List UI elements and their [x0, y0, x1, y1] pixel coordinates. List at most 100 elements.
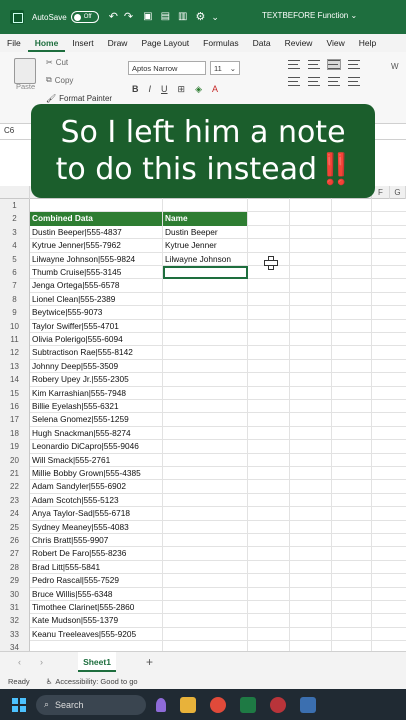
- cell-b[interactable]: [163, 547, 248, 561]
- cell-c[interactable]: [248, 627, 290, 642]
- form-icon[interactable]: ▣: [143, 12, 152, 22]
- cell-a[interactable]: Selena Gnomez|555-1259: [30, 413, 163, 427]
- row-number[interactable]: 13: [0, 359, 30, 374]
- cell-d[interactable]: [290, 574, 332, 588]
- row-number[interactable]: 18: [0, 426, 30, 441]
- row-number[interactable]: 9: [0, 306, 30, 320]
- cell-b[interactable]: [163, 413, 248, 427]
- row-number[interactable]: 33: [0, 627, 30, 642]
- cell-b[interactable]: [163, 319, 248, 333]
- tab-draw[interactable]: Draw: [101, 34, 135, 52]
- cell-c[interactable]: [248, 306, 290, 320]
- cell-e[interactable]: [332, 574, 372, 588]
- cell-c[interactable]: [248, 292, 290, 307]
- cell-a[interactable]: Bruce Willis|555-6348: [30, 587, 163, 601]
- cell-e[interactable]: [332, 212, 372, 226]
- cell-b[interactable]: [163, 426, 248, 441]
- cell-d[interactable]: [290, 614, 332, 628]
- cell-e[interactable]: [332, 520, 372, 534]
- row-number[interactable]: 21: [0, 467, 30, 481]
- cell-b[interactable]: Lilwayne Johnson: [163, 252, 248, 266]
- cell-a[interactable]: Thumb Cruise|555-3145: [30, 266, 163, 280]
- row-number[interactable]: 31: [0, 601, 30, 615]
- cell-e[interactable]: [332, 306, 372, 320]
- cell-a[interactable]: Pedro Rascal|555-7529: [30, 574, 163, 588]
- tab-insert[interactable]: Insert: [65, 34, 100, 52]
- underline-button[interactable]: U: [161, 84, 168, 95]
- gear-icon[interactable]: ⚙: [196, 11, 206, 23]
- cell-d[interactable]: [290, 520, 332, 534]
- cell-b[interactable]: [163, 534, 248, 548]
- prev-sheet-icon[interactable]: ‹: [18, 657, 21, 667]
- cell-c[interactable]: [248, 547, 290, 561]
- cell-e[interactable]: [332, 641, 372, 651]
- cell-d[interactable]: [290, 627, 332, 642]
- font-name-select[interactable]: Aptos Narrow: [128, 61, 206, 75]
- cell-b[interactable]: [163, 400, 248, 414]
- row-number[interactable]: 22: [0, 480, 30, 494]
- cell-b[interactable]: [163, 386, 248, 400]
- copy-button[interactable]: ⧉ Copy: [46, 75, 73, 85]
- cell-d[interactable]: [290, 292, 332, 307]
- cell-a[interactable]: Chris Bratt|555-9907: [30, 534, 163, 548]
- indent-icon[interactable]: [348, 77, 360, 86]
- app-icon-2[interactable]: [300, 696, 316, 713]
- row-number[interactable]: 16: [0, 400, 30, 414]
- italic-button[interactable]: I: [149, 84, 152, 95]
- cell-c[interactable]: [248, 440, 290, 454]
- tab-file[interactable]: File: [0, 34, 28, 52]
- cell-b[interactable]: [163, 493, 248, 508]
- cell-e[interactable]: [332, 480, 372, 494]
- row-number[interactable]: 20: [0, 453, 30, 467]
- undo-icon[interactable]: ↶: [109, 11, 118, 23]
- cell-b[interactable]: [163, 467, 248, 481]
- document-title[interactable]: TEXTBEFORE Function ⌄: [262, 11, 357, 20]
- cell-a[interactable]: Leonardio DiCapro|555-9046: [30, 440, 163, 454]
- cell-b[interactable]: [163, 614, 248, 628]
- cell-a[interactable]: Dustin Beeper|555-4837: [30, 225, 163, 240]
- chart-icon[interactable]: ▥: [178, 12, 187, 22]
- chrome-icon[interactable]: [210, 696, 226, 713]
- file-explorer-icon[interactable]: [180, 696, 196, 713]
- cell-d[interactable]: [290, 493, 332, 508]
- cell-b[interactable]: [163, 574, 248, 588]
- cell-b[interactable]: [163, 333, 248, 347]
- cell-a[interactable]: Millie Bobby Grown|555-4385: [30, 467, 163, 481]
- cell-a[interactable]: Will Smack|555-2761: [30, 453, 163, 467]
- selected-cell-b6[interactable]: [163, 266, 248, 280]
- cell-a[interactable]: Olivia Polerigo|555-6094: [30, 333, 163, 347]
- cell-e[interactable]: [332, 614, 372, 628]
- cell-d[interactable]: [290, 373, 332, 387]
- cell-e[interactable]: [332, 400, 372, 414]
- cell-a[interactable]: Lilwayne Johnson|555-9824: [30, 252, 163, 266]
- cell-c[interactable]: [248, 279, 290, 293]
- cell-a[interactable]: [30, 641, 163, 651]
- taskbar-search[interactable]: ⌕ Search: [36, 694, 146, 715]
- tab-home[interactable]: Home: [27, 34, 66, 52]
- cell-a[interactable]: Taylor Swiffer|555-4701: [30, 319, 163, 333]
- cell-d[interactable]: [290, 400, 332, 414]
- tab-review[interactable]: Review: [278, 34, 320, 52]
- cell-d[interactable]: [290, 319, 332, 333]
- next-sheet-icon[interactable]: ›: [40, 657, 43, 667]
- row-number[interactable]: 12: [0, 346, 30, 360]
- cell-e[interactable]: [332, 333, 372, 347]
- cell-a[interactable]: Kate Mudson|555-1379: [30, 614, 163, 628]
- cell-c[interactable]: [248, 225, 290, 240]
- cell-c[interactable]: [248, 239, 290, 253]
- cell-d[interactable]: [290, 413, 332, 427]
- cell-e[interactable]: [332, 440, 372, 454]
- cell-c[interactable]: [248, 534, 290, 548]
- row-number[interactable]: 4: [0, 239, 30, 253]
- row-number[interactable]: 34: [0, 641, 30, 651]
- cell-c[interactable]: [248, 587, 290, 601]
- cell-c[interactable]: [248, 400, 290, 414]
- cell-d[interactable]: [290, 440, 332, 454]
- cell-c[interactable]: [248, 560, 290, 575]
- cell-b[interactable]: Name: [163, 212, 248, 226]
- cell-d[interactable]: [290, 426, 332, 441]
- cell-b[interactable]: [163, 279, 248, 293]
- cell-b[interactable]: [163, 480, 248, 494]
- tab-data[interactable]: Data: [246, 34, 278, 52]
- cell-b[interactable]: [163, 373, 248, 387]
